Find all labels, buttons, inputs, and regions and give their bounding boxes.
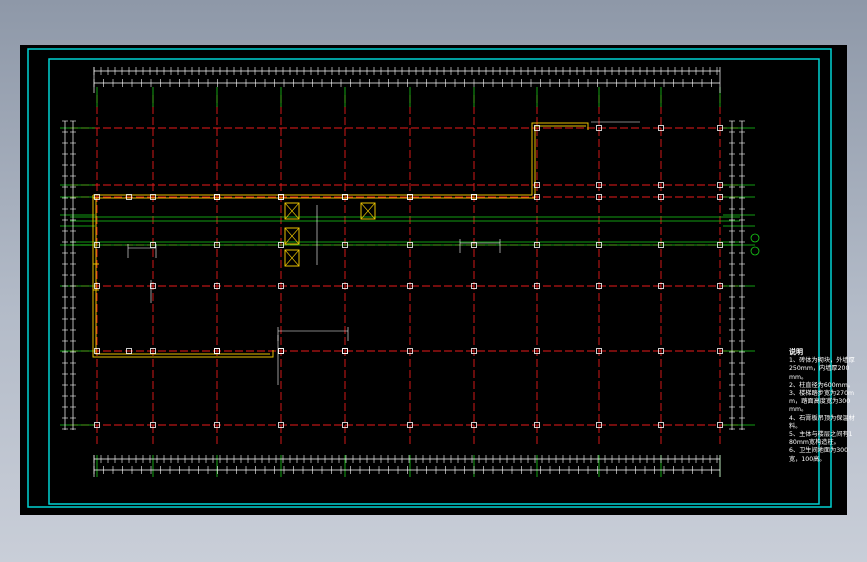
wall-outline: [95, 198, 270, 355]
outer-frame: [27, 48, 832, 508]
wall-outline: [93, 122, 589, 196]
note-item: 4、石膏板吊顶为保温材料。: [789, 414, 855, 430]
note-item: 1、砖体为砌块，外墙厚250mm，内墙厚200mm。: [789, 357, 855, 381]
grid-layer: [60, 87, 755, 477]
cad-viewport[interactable]: 说明 1、砖体为砌块，外墙厚250mm，内墙厚200mm。 2、柱直径为600m…: [20, 45, 855, 515]
axis-bubble: [750, 233, 760, 243]
note-item: 3、楼梯踏步宽为270mm，踏面高度宽为300mm。: [789, 390, 855, 414]
annotation-layer: [127, 121, 760, 385]
inner-frame: [48, 58, 820, 505]
note-item: 5、主体与楼层之间有180mm宽构造柱。: [789, 431, 853, 447]
floor-plan-drawing: [27, 48, 832, 508]
dimension-layer: [62, 67, 745, 477]
wall-outline: [92, 195, 274, 358]
axis-bubble: [750, 246, 760, 256]
column-layer: [94, 125, 723, 428]
notes-title: 说明: [789, 348, 803, 356]
note-item: 6、卫生间地面为300宽，100高。: [789, 447, 849, 463]
note-item: 2、柱直径为600mm。: [789, 381, 854, 389]
wall-outline: [93, 125, 586, 199]
wall-layer: [92, 122, 589, 358]
design-notes: 说明 1、砖体为砌块，外墙厚250mm，内墙厚200mm。 2、柱直径为600m…: [789, 348, 855, 464]
